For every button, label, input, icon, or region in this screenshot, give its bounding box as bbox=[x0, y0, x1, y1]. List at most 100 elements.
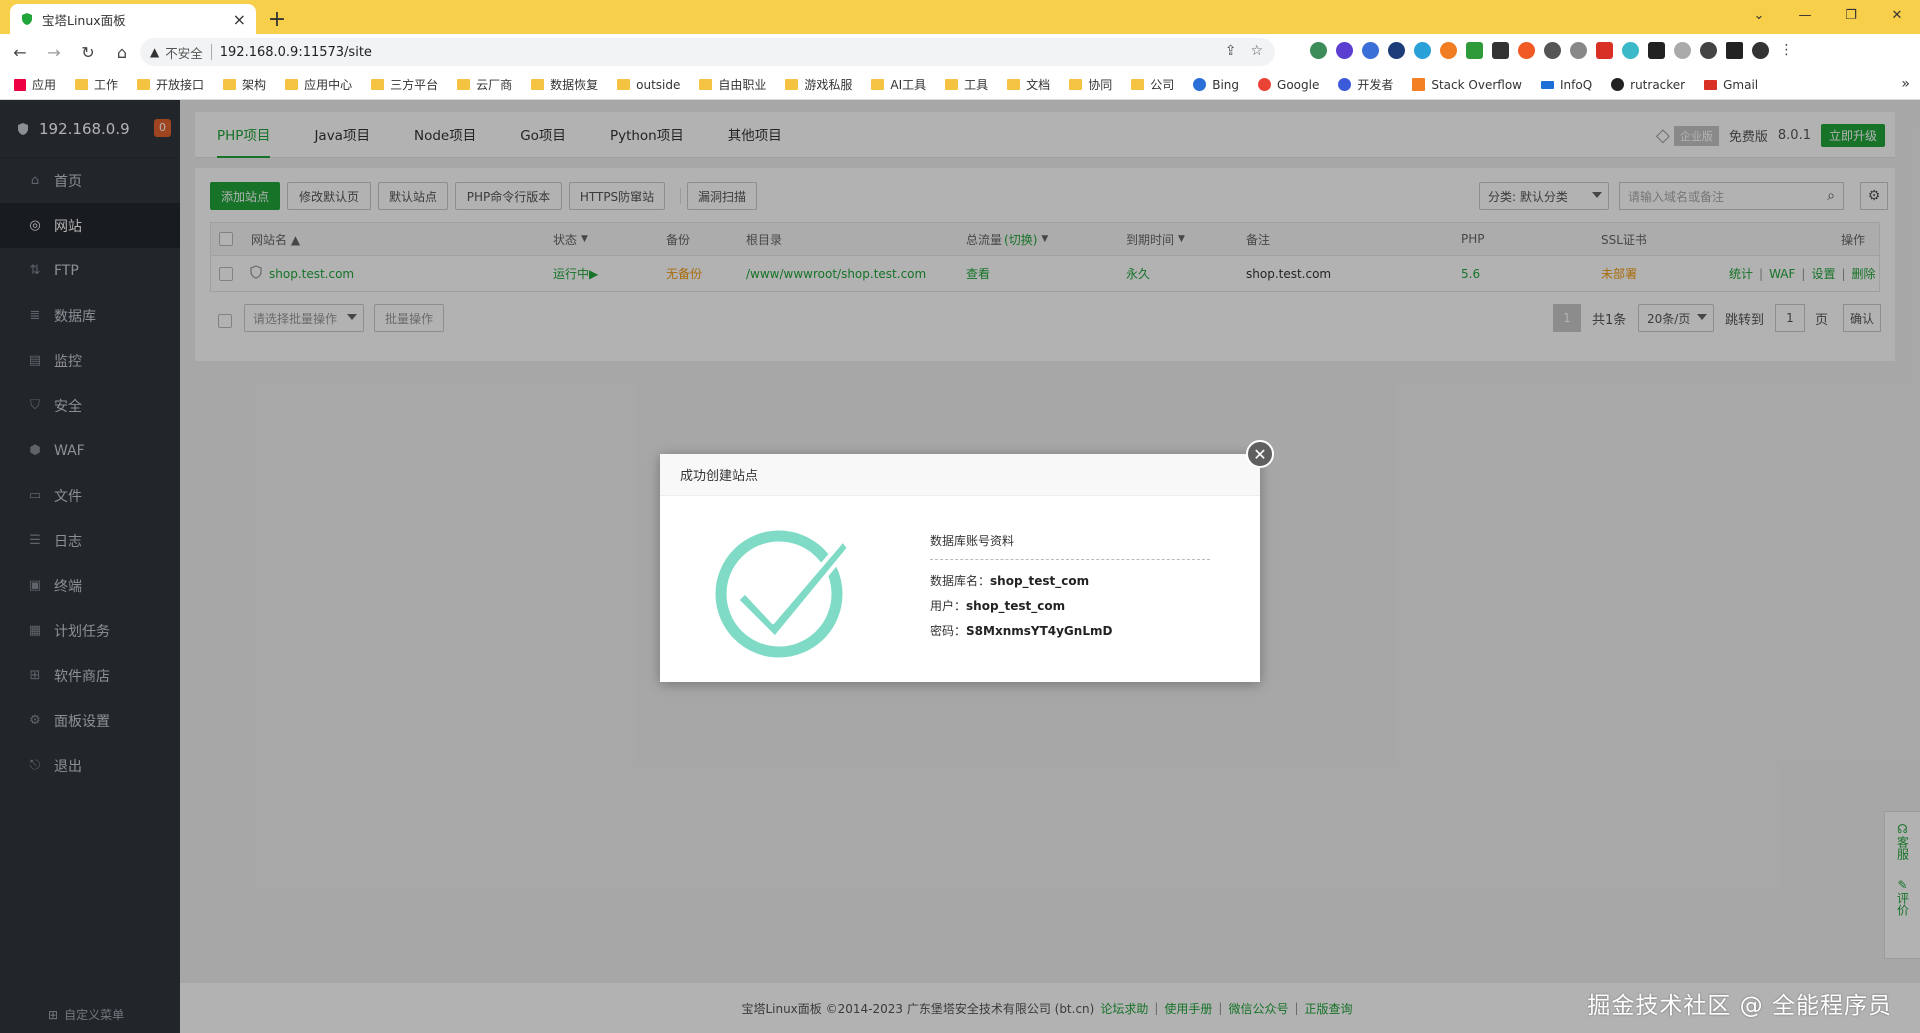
db-info-title: 数据库账号资料 bbox=[930, 532, 1210, 560]
menu-kebab-icon[interactable]: ⋮ bbox=[1778, 42, 1795, 59]
bookmark-folder[interactable]: 工作 bbox=[75, 76, 118, 93]
db-name-line: 数据库名：shop_test_com bbox=[930, 574, 1090, 588]
folder-icon bbox=[531, 79, 545, 90]
extension-icon[interactable] bbox=[1466, 42, 1483, 59]
folder-icon bbox=[785, 79, 799, 90]
folder-icon bbox=[617, 79, 631, 90]
folder-icon bbox=[223, 79, 237, 90]
bookmark-developer[interactable]: 开发者 bbox=[1338, 76, 1393, 93]
tab-search-icon[interactable]: ⌄ bbox=[1736, 0, 1782, 30]
extension-icon[interactable] bbox=[1336, 42, 1353, 59]
bookmark-star-icon[interactable]: ☆ bbox=[1250, 43, 1263, 59]
rutracker-icon bbox=[1611, 78, 1625, 91]
extension-icon[interactable] bbox=[1492, 42, 1509, 59]
new-tab-button[interactable]: + bbox=[262, 4, 292, 34]
bookmarks-bar: 应用 工作 开放接口 架构 应用中心 三方平台 云厂商 数据恢复 outside… bbox=[0, 70, 1920, 100]
google-icon bbox=[1258, 78, 1272, 91]
apps-grid-icon bbox=[14, 78, 26, 91]
omnibox[interactable]: ▲ 不安全 192.168.0.9:11573/site ⇪ ☆ bbox=[140, 38, 1275, 66]
folder-icon bbox=[699, 79, 713, 90]
folder-icon bbox=[457, 79, 471, 90]
extension-icon[interactable] bbox=[1570, 42, 1587, 59]
bookmark-folder[interactable]: 架构 bbox=[223, 76, 266, 93]
insecure-label: 不安全 bbox=[165, 45, 203, 61]
db-name-value[interactable]: shop_test_com bbox=[990, 574, 1089, 588]
close-tab-icon[interactable]: × bbox=[233, 10, 246, 29]
omnibox-divider bbox=[210, 44, 212, 60]
bookmark-folder[interactable]: 应用中心 bbox=[285, 76, 352, 93]
extension-icon[interactable] bbox=[1518, 42, 1535, 59]
bookmark-folder[interactable]: 云厂商 bbox=[457, 76, 512, 93]
dialog-title: 成功创建站点 bbox=[660, 454, 1260, 496]
url-text[interactable]: 192.168.0.9:11573/site bbox=[220, 45, 372, 60]
sidepanel-icon[interactable] bbox=[1726, 42, 1743, 59]
bookmark-folder[interactable]: 数据恢复 bbox=[531, 76, 598, 93]
search-icon bbox=[1193, 78, 1207, 91]
browser-tab-strip: 宝塔Linux面板 × + ⌄ — ❐ ✕ bbox=[0, 0, 1920, 34]
close-window-icon[interactable]: ✕ bbox=[1874, 0, 1920, 30]
puzzle-icon[interactable] bbox=[1700, 42, 1717, 59]
folder-icon bbox=[871, 79, 885, 90]
reload-icon[interactable]: ↻ bbox=[74, 38, 102, 66]
folder-icon bbox=[945, 79, 959, 90]
more-bookmarks-icon[interactable]: » bbox=[1901, 76, 1910, 92]
bookmark-folder[interactable]: 协同 bbox=[1069, 76, 1112, 93]
tab-title: 宝塔Linux面板 bbox=[42, 12, 126, 28]
bookmark-folder[interactable]: 文档 bbox=[1007, 76, 1050, 93]
watermark: 掘金技术社区 @ 全能程序员 bbox=[1587, 993, 1892, 1019]
folder-icon bbox=[137, 79, 151, 90]
bookmark-folder[interactable]: 自由职业 bbox=[699, 76, 766, 93]
extension-icon[interactable] bbox=[1414, 42, 1431, 59]
bookmark-folder[interactable]: outside bbox=[617, 78, 680, 92]
folder-icon bbox=[1069, 79, 1083, 90]
extension-icon[interactable] bbox=[1674, 42, 1691, 59]
bookmark-google[interactable]: Google bbox=[1258, 78, 1319, 92]
extension-icon[interactable] bbox=[1362, 42, 1379, 59]
bookmark-folder[interactable]: 游戏私服 bbox=[785, 76, 852, 93]
stackoverflow-icon bbox=[1412, 78, 1426, 91]
bookmark-stackoverflow[interactable]: Stack Overflow bbox=[1412, 78, 1522, 92]
db-user-value[interactable]: shop_test_com bbox=[966, 599, 1065, 613]
folder-icon bbox=[371, 79, 385, 90]
address-bar-row: ← → ↻ ⌂ ▲ 不安全 192.168.0.9:11573/site ⇪ ☆… bbox=[0, 34, 1920, 70]
bookmark-folder[interactable]: 三方平台 bbox=[371, 76, 438, 93]
home-nav-icon[interactable]: ⌂ bbox=[108, 38, 136, 66]
extension-icon[interactable] bbox=[1440, 42, 1457, 59]
site-created-dialog: 成功创建站点 ✕ 数据库账号资料 数据库名：shop_test_com 用户：s… bbox=[660, 440, 1274, 682]
bookmark-bing[interactable]: Bing bbox=[1193, 78, 1239, 92]
bookmark-folder[interactable]: 公司 bbox=[1131, 76, 1174, 93]
bookmark-folder[interactable]: AI工具 bbox=[871, 76, 926, 93]
back-icon[interactable]: ← bbox=[6, 38, 34, 66]
bookmark-infoq[interactable]: InfoQ bbox=[1540, 78, 1592, 92]
window-controls: ⌄ — ❐ ✕ bbox=[1736, 0, 1920, 30]
bookmark-folder[interactable]: 开放接口 bbox=[137, 76, 204, 93]
restore-icon[interactable]: ❐ bbox=[1828, 0, 1874, 30]
success-check-icon bbox=[715, 522, 855, 666]
db-pass-line: 密码：S8MxnmsYT4yGnLmD bbox=[930, 624, 1113, 638]
bookmark-folder[interactable]: 工具 bbox=[945, 76, 988, 93]
db-user-line: 用户：shop_test_com bbox=[930, 599, 1066, 613]
extension-icon[interactable] bbox=[1388, 42, 1405, 59]
folder-icon bbox=[1131, 79, 1145, 90]
db-pass-value[interactable]: S8MxnmsYT4yGnLmD bbox=[966, 624, 1112, 638]
bookmark-gmail[interactable]: Gmail bbox=[1704, 78, 1758, 92]
bt-shield-icon bbox=[20, 12, 34, 26]
extension-icon[interactable] bbox=[1596, 42, 1613, 59]
profile-avatar-icon[interactable] bbox=[1752, 42, 1769, 59]
close-icon[interactable]: ✕ bbox=[1246, 440, 1274, 468]
folder-icon bbox=[75, 79, 89, 90]
folder-icon bbox=[1007, 79, 1021, 90]
db-account-info: 数据库账号资料 数据库名：shop_test_com 用户：shop_test_… bbox=[930, 532, 1210, 647]
minimize-icon[interactable]: — bbox=[1782, 0, 1828, 30]
extension-icon[interactable] bbox=[1622, 42, 1639, 59]
folder-icon bbox=[285, 79, 299, 90]
forward-icon[interactable]: → bbox=[40, 38, 68, 66]
extension-icons: ⋮ bbox=[1310, 42, 1795, 59]
extension-icon[interactable] bbox=[1648, 42, 1665, 59]
extension-icon[interactable] bbox=[1310, 42, 1327, 59]
extension-icon[interactable] bbox=[1544, 42, 1561, 59]
share-icon[interactable]: ⇪ bbox=[1225, 43, 1237, 59]
bookmark-apps[interactable]: 应用 bbox=[14, 76, 56, 93]
browser-tab[interactable]: 宝塔Linux面板 × bbox=[10, 4, 256, 34]
bookmark-rutracker[interactable]: rutracker bbox=[1611, 78, 1685, 92]
